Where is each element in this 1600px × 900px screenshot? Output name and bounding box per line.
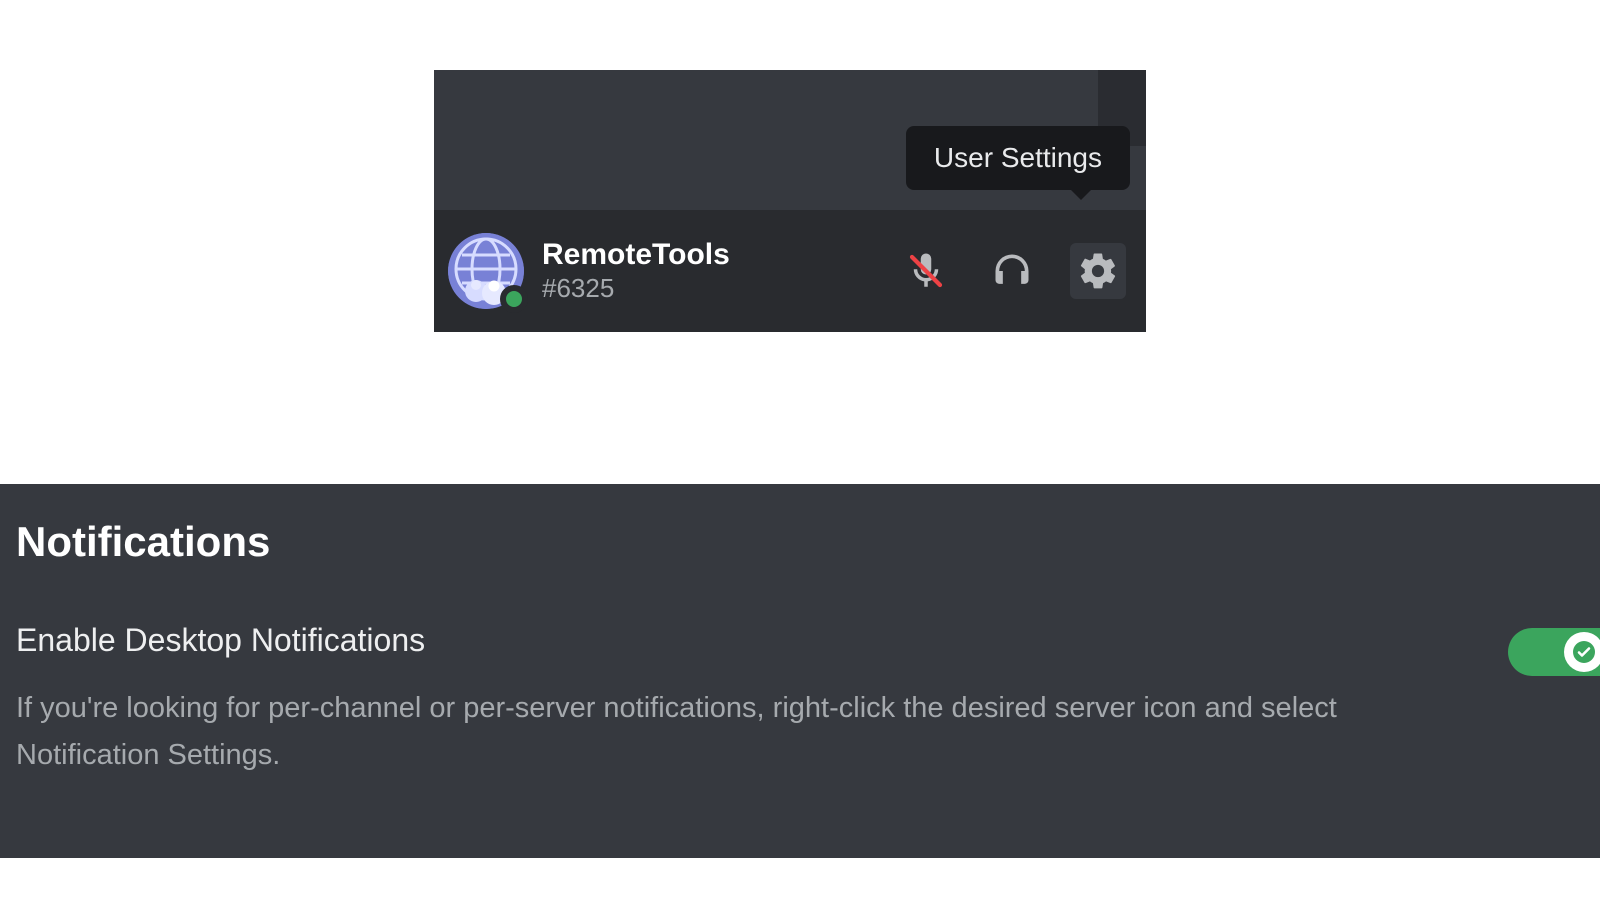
user-settings-button[interactable] [1070, 243, 1126, 299]
avatar[interactable] [448, 233, 524, 309]
headphones-icon [990, 249, 1034, 293]
setting-text-block: Enable Desktop Notifications If you're l… [16, 622, 1456, 779]
user-panel-bar: RemoteTools #6325 [434, 210, 1146, 332]
tooltip-text: User Settings [934, 142, 1102, 173]
notifications-settings-panel: Notifications Enable Desktop Notificatio… [0, 484, 1600, 858]
toggle-knob [1564, 632, 1600, 672]
mute-mic-button[interactable] [898, 243, 954, 299]
setting-desktop-notifications: Enable Desktop Notifications If you're l… [16, 622, 1584, 779]
status-online-icon [500, 285, 528, 313]
setting-label: Enable Desktop Notifications [16, 622, 1456, 659]
section-title: Notifications [16, 518, 1584, 566]
check-icon [1572, 640, 1596, 664]
user-discriminator: #6325 [542, 273, 730, 304]
mic-muted-icon [905, 250, 947, 292]
username-label: RemoteTools [542, 238, 730, 273]
panel-controls [898, 243, 1126, 299]
user-settings-tooltip: User Settings [906, 126, 1130, 190]
desktop-notifications-toggle[interactable] [1508, 628, 1600, 676]
gear-icon [1077, 250, 1119, 292]
user-info[interactable]: RemoteTools #6325 [542, 238, 730, 304]
setting-description: If you're looking for per-channel or per… [16, 685, 1456, 779]
deafen-button[interactable] [984, 243, 1040, 299]
user-panel: User Settings RemoteTo [434, 70, 1146, 332]
